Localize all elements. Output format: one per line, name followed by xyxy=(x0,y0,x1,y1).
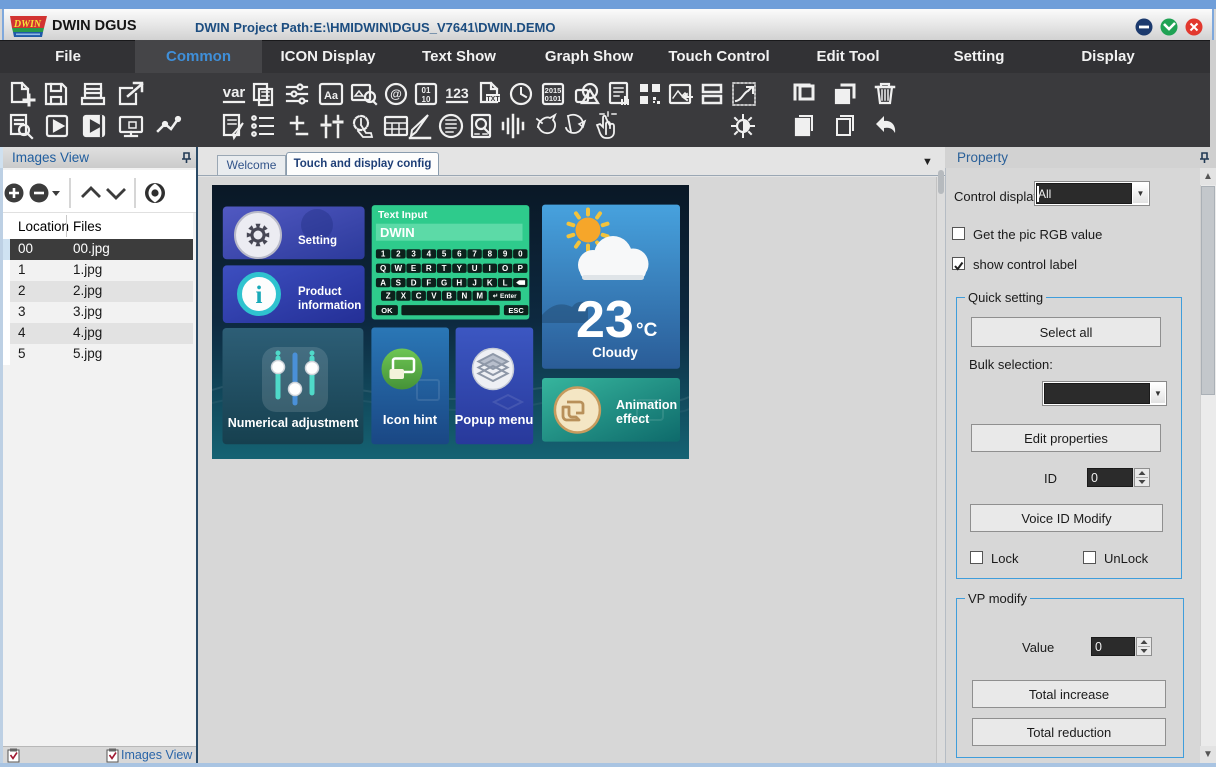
svg-text:TXT: TXT xyxy=(486,96,500,103)
svg-text:Q: Q xyxy=(380,264,386,273)
svg-text:0101: 0101 xyxy=(545,94,562,103)
svg-text:I: I xyxy=(489,264,491,273)
svg-text:E: E xyxy=(411,264,417,273)
svg-text:P: P xyxy=(518,264,524,273)
svg-text:D: D xyxy=(411,279,417,288)
svg-text:Animation: Animation xyxy=(616,398,677,412)
svg-text:X: X xyxy=(401,292,407,301)
svg-text:Z: Z xyxy=(386,292,391,301)
svg-text:Icon hint: Icon hint xyxy=(383,412,438,427)
svg-text:C: C xyxy=(416,292,422,301)
svg-text:Numerical adjustment: Numerical adjustment xyxy=(228,416,359,430)
svg-text:@: @ xyxy=(390,87,402,101)
svg-text:B: B xyxy=(446,292,452,301)
svg-text:R: R xyxy=(426,264,432,273)
svg-text:effect: effect xyxy=(616,412,650,426)
svg-text:0: 0 xyxy=(518,250,523,259)
svg-text:3: 3 xyxy=(411,250,416,259)
svg-text:9: 9 xyxy=(503,250,508,259)
svg-text:L: L xyxy=(503,279,508,288)
svg-text:Popup menu: Popup menu xyxy=(455,412,534,427)
svg-text:OK: OK xyxy=(381,306,393,315)
svg-text:J: J xyxy=(472,279,476,288)
svg-text:G: G xyxy=(441,279,447,288)
svg-text:M: M xyxy=(476,292,483,301)
svg-text:ESC: ESC xyxy=(508,306,524,315)
svg-text:Aa: Aa xyxy=(324,90,339,102)
svg-text:A: A xyxy=(380,279,386,288)
svg-text:23: 23 xyxy=(576,291,634,349)
svg-text:8: 8 xyxy=(488,250,493,259)
svg-text:1: 1 xyxy=(381,250,386,259)
svg-text:U: U xyxy=(472,264,478,273)
svg-text:i: i xyxy=(256,282,263,309)
svg-text:123: 123 xyxy=(445,85,469,101)
svg-text:V: V xyxy=(431,292,437,301)
svg-text:W: W xyxy=(395,264,403,273)
svg-text:K: K xyxy=(487,279,493,288)
svg-text:H: H xyxy=(456,279,462,288)
svg-text:Text Input: Text Input xyxy=(378,209,428,221)
svg-text:DWIN: DWIN xyxy=(380,225,415,240)
svg-text:Y: Y xyxy=(457,264,463,273)
svg-text:F: F xyxy=(426,279,431,288)
svg-text:T: T xyxy=(442,264,447,273)
svg-text:6: 6 xyxy=(457,250,462,259)
svg-text:4: 4 xyxy=(427,250,432,259)
svg-text:7: 7 xyxy=(472,250,477,259)
svg-text:O: O xyxy=(502,264,508,273)
svg-text:10: 10 xyxy=(422,95,431,104)
svg-text:°C: °C xyxy=(636,320,658,341)
svg-text:S: S xyxy=(396,279,402,288)
svg-text:var: var xyxy=(223,84,246,101)
svg-text:DWIN: DWIN xyxy=(13,19,42,30)
svg-text:01: 01 xyxy=(422,86,431,95)
svg-text:Cloudy: Cloudy xyxy=(592,345,638,360)
svg-text:Product: Product xyxy=(298,286,342,298)
svg-text:Setting: Setting xyxy=(298,235,337,247)
svg-text:↵ Enter: ↵ Enter xyxy=(493,293,517,300)
svg-text:2: 2 xyxy=(396,250,401,259)
svg-text:information: information xyxy=(298,300,361,312)
svg-text:N: N xyxy=(462,292,468,301)
svg-text:5: 5 xyxy=(442,250,447,259)
